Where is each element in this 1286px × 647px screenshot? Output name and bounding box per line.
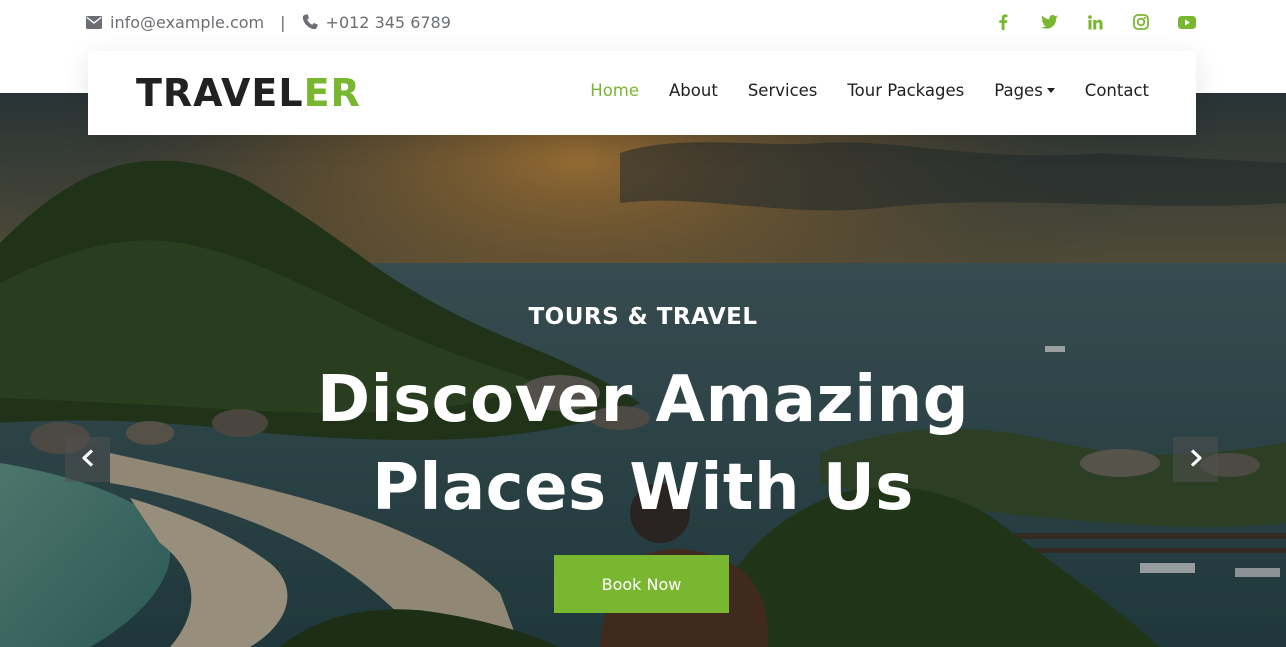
carousel-next-button[interactable]	[1173, 437, 1218, 482]
logo-text-accent: ER	[303, 71, 361, 115]
instagram-icon[interactable]	[1130, 11, 1152, 33]
hero-headline: Discover Amazing Places With Us	[243, 356, 1043, 532]
twitter-icon[interactable]	[1038, 11, 1060, 33]
carousel-prev-button[interactable]	[65, 437, 110, 482]
chevron-left-icon	[81, 448, 95, 471]
hero-eyebrow: TOURS & TRAVEL	[528, 304, 758, 330]
envelope-icon	[86, 15, 102, 29]
phone-link[interactable]: +012 345 6789	[326, 13, 451, 32]
hero-headline-line2: Places With Us	[372, 451, 914, 525]
nav-item-pages[interactable]: Pages	[994, 81, 1055, 100]
hero-headline-line1: Discover Amazing	[317, 363, 969, 437]
phone-icon	[302, 14, 318, 30]
nav-menu: Home About Services Tour Packages Pages …	[560, 81, 1149, 100]
nav-item-services[interactable]: Services	[748, 81, 818, 100]
nav-item-home[interactable]: Home	[590, 81, 639, 100]
site-logo[interactable]: TRAVELER	[136, 71, 361, 115]
hero-carousel: TOURS & TRAVEL Discover Amazing Places W…	[0, 93, 1286, 647]
nav-item-tour-packages[interactable]: Tour Packages	[847, 81, 964, 100]
logo-text-main: TRAVEL	[136, 71, 304, 115]
contact-info: info@example.com | +012 345 6789	[86, 11, 451, 33]
nav-item-about[interactable]: About	[669, 81, 718, 100]
chevron-right-icon	[1189, 448, 1203, 471]
caret-down-icon	[1046, 88, 1055, 93]
book-now-button[interactable]: Book Now	[554, 555, 729, 613]
nav-item-contact[interactable]: Contact	[1085, 81, 1149, 100]
main-navbar: TRAVELER Home About Services Tour Packag…	[88, 51, 1196, 135]
youtube-icon[interactable]	[1176, 11, 1198, 33]
email-link[interactable]: info@example.com	[110, 13, 264, 32]
nav-item-pages-label: Pages	[994, 81, 1043, 100]
facebook-icon[interactable]	[992, 11, 1014, 33]
contact-separator: |	[280, 12, 286, 32]
linkedin-icon[interactable]	[1084, 11, 1106, 33]
social-links	[992, 11, 1198, 33]
